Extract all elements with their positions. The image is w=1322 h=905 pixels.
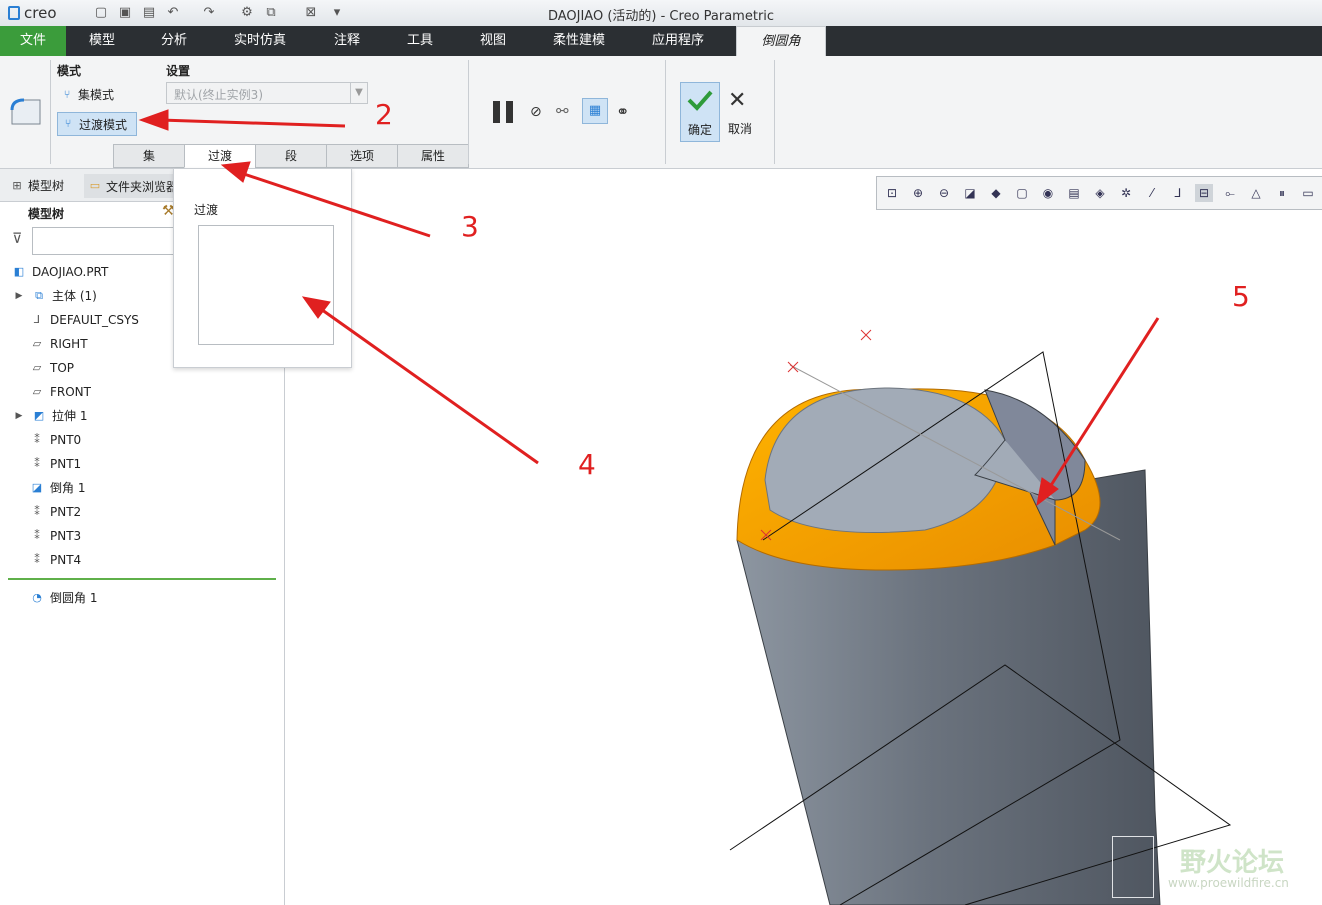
watermark-url: www.proewildfire.cn <box>1168 876 1289 890</box>
annotation-label: 2 <box>375 98 393 131</box>
annotation-label: 5 <box>1232 280 1250 313</box>
annotation-label: 3 <box>461 210 479 243</box>
annotation-arrows <box>138 109 1160 507</box>
annotation-label: 4 <box>578 448 596 481</box>
watermark-title: 野火论坛 <box>1180 848 1285 878</box>
watermark-logo <box>1112 836 1154 898</box>
